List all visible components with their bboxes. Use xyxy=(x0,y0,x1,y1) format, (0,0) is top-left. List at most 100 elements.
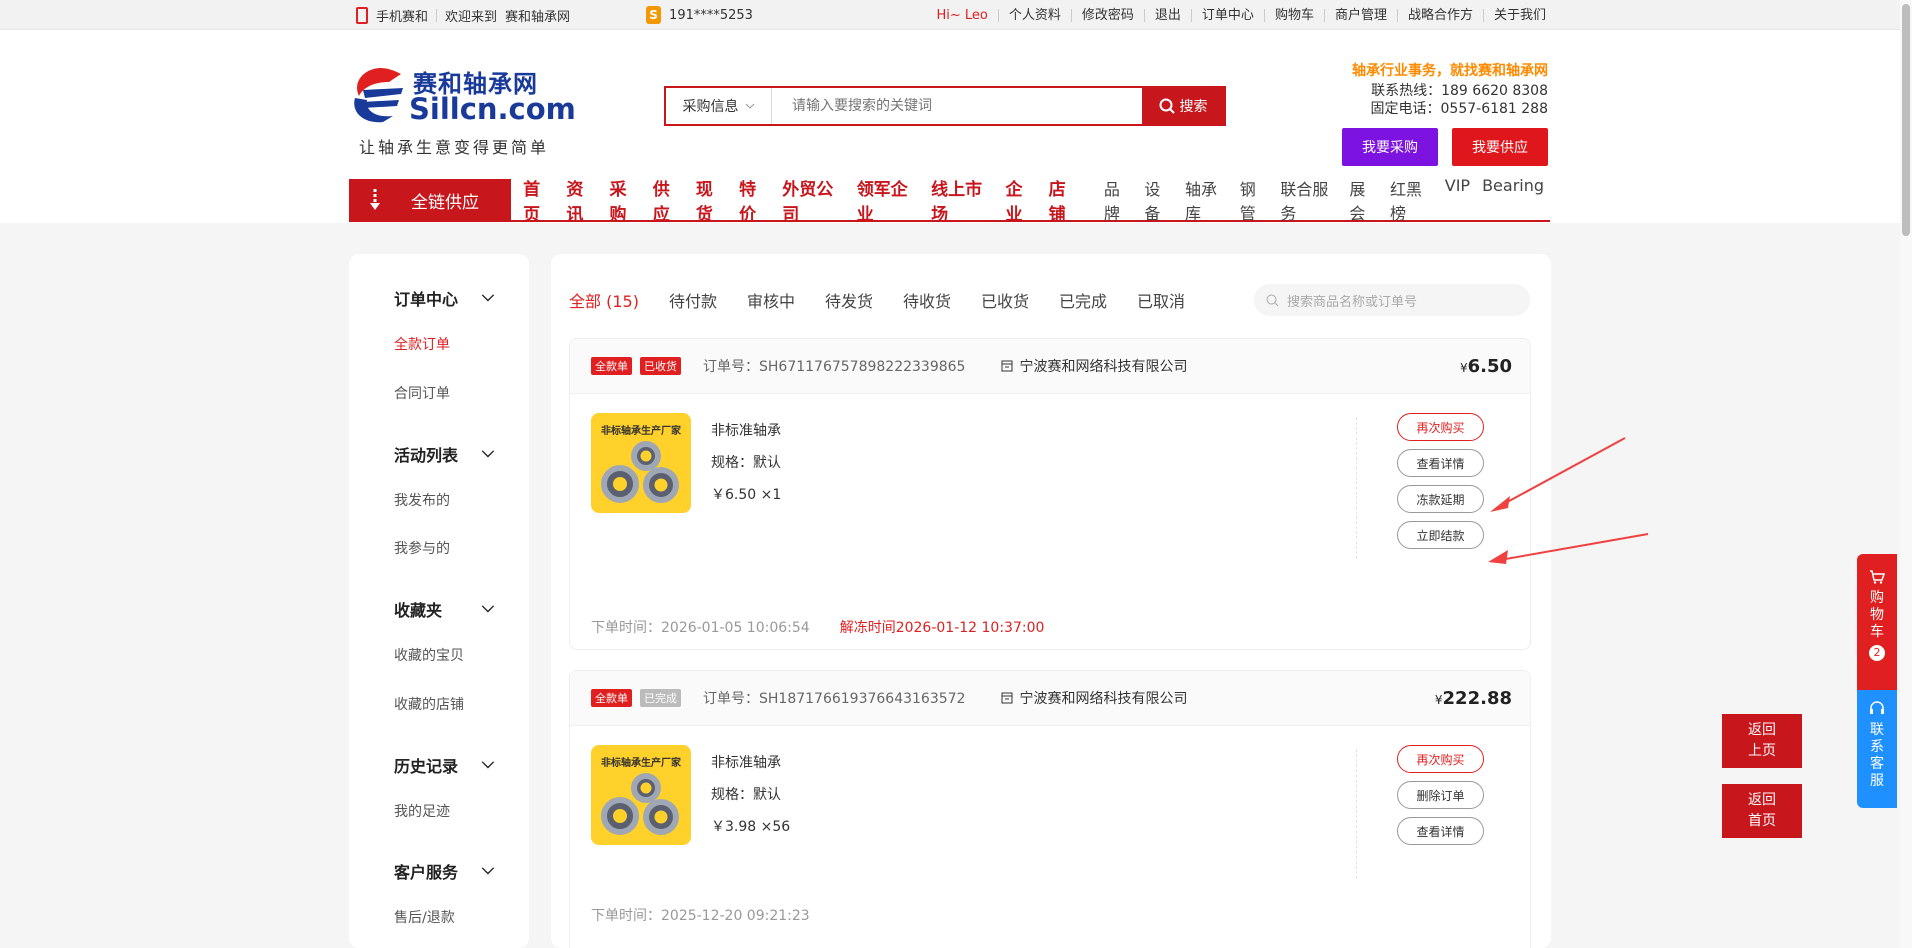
nav-brand[interactable]: 品牌 xyxy=(1098,176,1139,224)
sidebar-item-footprints[interactable]: 我的足迹 xyxy=(394,801,450,821)
tab-completed[interactable]: 已完成 xyxy=(1059,288,1107,312)
sidebar-group-history[interactable]: 历史记录 ⌵ xyxy=(394,753,494,777)
sidebar: 订单中心 ⌵ 全款订单 合同订单 活动列表 ⌵ 我发布的 我参与的 收藏夹 ⌵ 收藏的… xyxy=(349,254,529,948)
mobile-link[interactable]: 手机赛和 xyxy=(376,6,428,25)
view-details-button[interactable]: 查看详情 xyxy=(1397,449,1484,477)
sidebar-group-customer-service[interactable]: 客户服务 ⌵ xyxy=(394,859,494,883)
tab-cancelled[interactable]: 已取消 xyxy=(1137,288,1185,312)
nav-vip[interactable]: VIP xyxy=(1439,176,1476,224)
nav-bearing-db[interactable]: 轴承库 xyxy=(1179,176,1234,224)
nav-store[interactable]: 店铺 xyxy=(1043,175,1086,225)
partner-link[interactable]: 战略合作方 xyxy=(1396,8,1483,22)
order-total: ¥222.88 xyxy=(1434,687,1512,709)
tab-received[interactable]: 已收货 xyxy=(981,288,1029,312)
logo-en: Sillcn.com xyxy=(409,92,576,126)
logout-link[interactable]: 退出 xyxy=(1143,8,1191,22)
sidebar-item-fav-stores[interactable]: 收藏的店铺 xyxy=(394,694,464,714)
nav-exhibition[interactable]: 展会 xyxy=(1343,176,1384,224)
all-chain-supply[interactable]: 全链供应 xyxy=(349,179,512,221)
order-number: 订单号：SH671176757898222339865 xyxy=(703,359,966,375)
search-button[interactable]: 搜索 xyxy=(1142,88,1224,124)
chevron-down-icon: ⌵ xyxy=(481,286,494,305)
order-panel: 全部 (15) 待付款 审核中 待发货 待收货 已收货 已完成 已取消 搜索商品… xyxy=(551,254,1551,948)
sidebar-item-contract-orders[interactable]: 合同订单 xyxy=(394,383,450,403)
supply-button[interactable]: 我要供应 xyxy=(1452,128,1548,166)
merchant-link[interactable]: 商户管理 xyxy=(1323,8,1397,22)
fixed-phone: 固定电话：0557-6181 288 xyxy=(1370,101,1548,117)
nav-leading[interactable]: 领军企业 xyxy=(851,175,925,225)
product-name[interactable]: 非标准轴承 xyxy=(711,415,781,447)
sidebar-item-my-joined[interactable]: 我参与的 xyxy=(394,538,450,558)
nav-news[interactable]: 资讯 xyxy=(560,175,603,225)
nav-enterprise[interactable]: 企业 xyxy=(999,175,1042,225)
view-details-button[interactable]: 查看详情 xyxy=(1397,817,1484,845)
product-image[interactable]: 非标轴承生产厂家 xyxy=(591,413,691,513)
tab-pending-shipment[interactable]: 待发货 xyxy=(825,288,873,312)
tab-pending-receipt[interactable]: 待收货 xyxy=(903,288,951,312)
float-service-button[interactable]: 联系客服 xyxy=(1857,690,1897,808)
nav-home[interactable]: 首页 xyxy=(517,175,560,225)
nav-online-market[interactable]: 线上市场 xyxy=(925,175,999,225)
nav-ranking[interactable]: 红黑榜 xyxy=(1384,176,1439,224)
nav-special[interactable]: 特价 xyxy=(733,175,776,225)
rebuy-button[interactable]: 再次购买 xyxy=(1397,413,1484,441)
tab-pending-payment[interactable]: 待付款 xyxy=(669,288,717,312)
profile-link[interactable]: 个人资料 xyxy=(997,8,1071,22)
nav-equipment[interactable]: 设备 xyxy=(1138,176,1179,224)
sidebar-item-full-orders[interactable]: 全款订单 xyxy=(394,334,450,354)
logo-slogan: 让轴承生意变得更简单 xyxy=(359,138,550,157)
nav-steel-pipe[interactable]: 钢管 xyxy=(1234,176,1275,224)
product-image[interactable]: 非标轴承生产厂家 xyxy=(591,745,691,845)
order-header: 全款单 已完成 订单号：SH187176619376643163572 宁波赛和… xyxy=(570,671,1530,726)
sidebar-group-favorites[interactable]: 收藏夹 ⌵ xyxy=(394,597,494,621)
sidebar-group-activity[interactable]: 活动列表 ⌵ xyxy=(394,442,494,466)
sidebar-item-after-sales[interactable]: 售后/退款 xyxy=(394,907,455,927)
scrollbar[interactable] xyxy=(1900,0,1912,948)
cart-link[interactable]: 购物车 xyxy=(1263,8,1324,22)
about-link[interactable]: 关于我们 xyxy=(1482,8,1556,22)
shop-link[interactable]: 宁波赛和网络科技有限公司 xyxy=(1001,356,1187,376)
nav-foreign-trade[interactable]: 外贸公司 xyxy=(776,175,850,225)
store-icon xyxy=(1001,692,1013,704)
order-tabs: 全部 (15) 待付款 审核中 待发货 待收货 已收货 已完成 已取消 xyxy=(569,288,1215,312)
header-slogan: 轴承行业事务，就找赛和轴承网 xyxy=(1352,63,1548,79)
order-center-link[interactable]: 订单中心 xyxy=(1190,8,1264,22)
settle-now-button[interactable]: 立即结款 xyxy=(1397,521,1484,549)
top-bar: 手机赛和 欢迎来到 赛和轴承网 S 191****5253 Hi~ Leo 个人… xyxy=(0,0,1912,30)
order-search-input[interactable]: 搜索商品名称或订单号 xyxy=(1254,284,1530,316)
product-spec: 规格：默认 xyxy=(711,787,781,803)
purchase-button[interactable]: 我要采购 xyxy=(1342,128,1438,166)
nav-supply[interactable]: 供应 xyxy=(647,175,690,225)
search-icon xyxy=(1266,294,1279,306)
product-image-caption: 非标轴承生产厂家 xyxy=(601,426,681,437)
change-password-link[interactable]: 修改密码 xyxy=(1070,8,1144,22)
back-previous-button[interactable]: 返回 上页 xyxy=(1722,714,1802,768)
headset-icon xyxy=(1870,701,1884,714)
sidebar-group-order-center[interactable]: 订单中心 ⌵ xyxy=(394,286,494,310)
welcome-text: 欢迎来到 xyxy=(445,9,498,25)
greeting-link[interactable]: Hi~ Leo xyxy=(926,9,997,22)
site-link[interactable]: 赛和轴承网 xyxy=(505,6,570,25)
float-cart-button[interactable]: 购物车 2 xyxy=(1857,554,1897,690)
chevron-down-icon xyxy=(745,103,754,109)
nav-purchase[interactable]: 采购 xyxy=(604,175,647,225)
site-logo[interactable]: 赛和轴承网 Sillcn.com 让轴承生意变得更简单 xyxy=(349,30,576,157)
back-home-button[interactable]: 返回 首页 xyxy=(1722,784,1802,838)
nav-joint-service[interactable]: 联合服务 xyxy=(1274,176,1343,224)
product-info: 非标准轴承 规格：默认 ￥6.50 ×1 xyxy=(711,415,781,511)
delete-order-button[interactable]: 删除订单 xyxy=(1397,781,1484,809)
sidebar-item-my-published[interactable]: 我发布的 xyxy=(394,490,450,510)
search-input[interactable] xyxy=(772,88,1142,124)
tab-all[interactable]: 全部 (15) xyxy=(569,288,639,312)
product-name[interactable]: 非标准轴承 xyxy=(711,747,790,779)
search-category-select[interactable]: 采购信息 xyxy=(666,88,772,124)
rebuy-button[interactable]: 再次购买 xyxy=(1397,745,1484,773)
product-image-caption: 非标轴承生产厂家 xyxy=(601,758,681,769)
nav-stock[interactable]: 现货 xyxy=(690,175,733,225)
sidebar-item-fav-goods[interactable]: 收藏的宝贝 xyxy=(394,645,464,665)
tab-reviewing[interactable]: 审核中 xyxy=(747,288,795,312)
shop-link[interactable]: 宁波赛和网络科技有限公司 xyxy=(1001,688,1187,708)
product-unit-price: ￥3.98 ×56 xyxy=(711,819,791,835)
freeze-extend-button[interactable]: 冻款延期 xyxy=(1397,485,1484,513)
nav-bearing[interactable]: Bearing xyxy=(1476,176,1550,224)
